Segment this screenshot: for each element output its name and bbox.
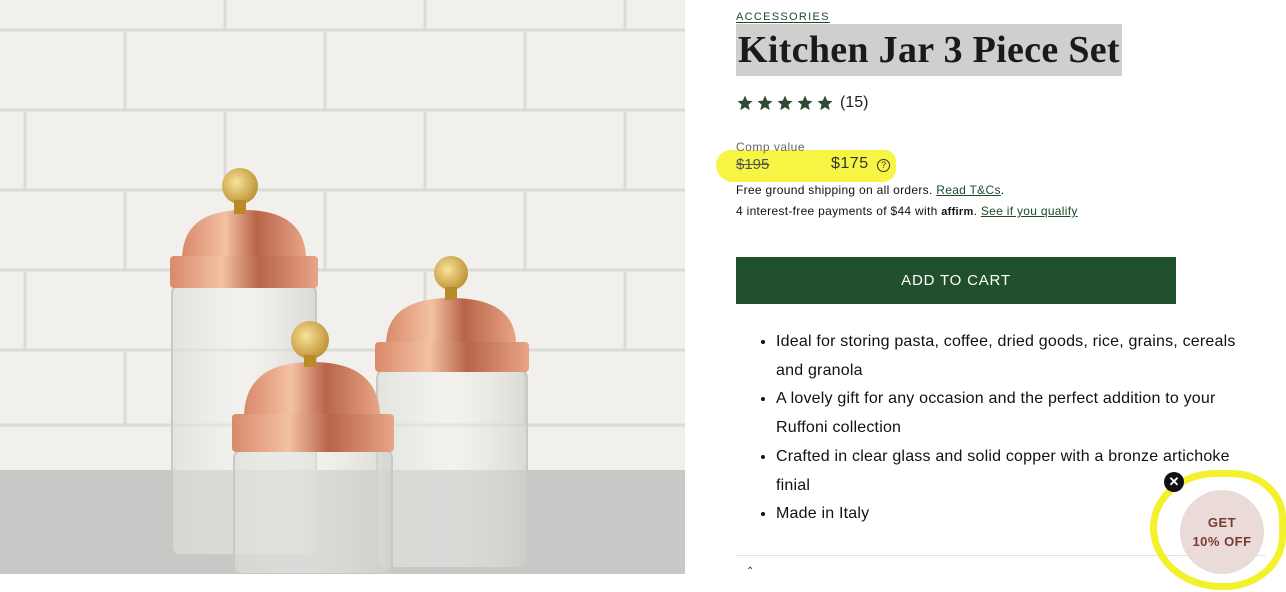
star-icon bbox=[757, 95, 773, 111]
promo-line-1: GET bbox=[1207, 515, 1237, 530]
star-icon bbox=[777, 95, 793, 111]
add-to-cart-button[interactable]: ADD TO CART bbox=[736, 257, 1176, 304]
star-icon bbox=[737, 95, 753, 111]
sale-price: $175 bbox=[831, 155, 869, 172]
rating-count[interactable]: (15) bbox=[840, 94, 868, 112]
shipping-suffix: . bbox=[1000, 183, 1005, 197]
question-icon[interactable]: ? bbox=[877, 159, 890, 172]
affirm-info: 4 interest-free payments of $44 with aff… bbox=[736, 204, 1078, 218]
product-title: Kitchen Jar 3 Piece Set bbox=[738, 29, 1120, 71]
affirm-text: 4 interest-free payments of $44 with bbox=[736, 204, 942, 218]
rating[interactable]: (15) bbox=[736, 94, 868, 112]
feature-item: Ideal for storing pasta, coffee, dried g… bbox=[776, 328, 1256, 385]
discount-popup-button[interactable]: GET 10% OFF bbox=[1180, 490, 1264, 574]
affirm-qualify-link[interactable]: See if you qualify bbox=[981, 204, 1078, 218]
feature-item: A lovely gift for any occasion and the p… bbox=[776, 385, 1256, 442]
star-icon bbox=[797, 95, 813, 111]
breadcrumb-accessories[interactable]: ACCESSORIES bbox=[736, 11, 830, 23]
title-selection: Kitchen Jar 3 Piece Set bbox=[736, 24, 1122, 76]
terms-link[interactable]: Read T&Cs bbox=[936, 183, 1001, 197]
close-icon[interactable]: ✕ bbox=[1164, 472, 1184, 492]
star-icon bbox=[817, 95, 833, 111]
product-image[interactable] bbox=[0, 0, 685, 574]
shipping-info: Free ground shipping on all orders. Read… bbox=[736, 183, 1004, 197]
compare-price: $195 bbox=[736, 156, 770, 173]
comp-value-label: Comp value bbox=[736, 140, 806, 154]
chevron-up-icon[interactable]: ⌃ bbox=[746, 566, 754, 577]
affirm-logo: affirm bbox=[941, 206, 974, 218]
promo-line-2: 10% OFF bbox=[1192, 534, 1252, 549]
shipping-text: Free ground shipping on all orders. bbox=[736, 183, 937, 197]
